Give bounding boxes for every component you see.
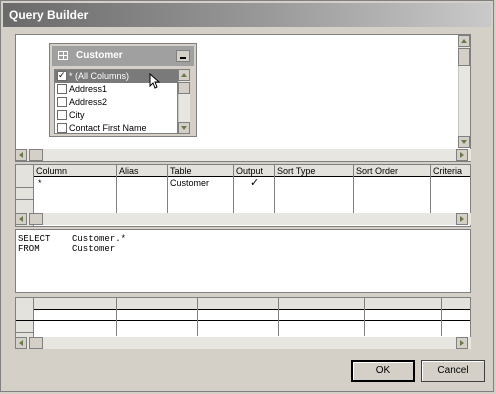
arrow-right-icon <box>460 340 464 346</box>
scroll-thumb[interactable] <box>29 213 43 225</box>
results-row[interactable] <box>16 309 470 321</box>
arrow-up-icon <box>181 73 187 77</box>
customer-table-window[interactable]: Customer * (All Columns) Address1 Addres… <box>49 43 197 137</box>
cancel-button[interactable]: Cancel <box>421 360 485 382</box>
scroll-left-button[interactable] <box>15 213 27 225</box>
arrow-left-icon <box>19 216 23 222</box>
cell-table[interactable]: Customer <box>170 177 209 189</box>
grid-column-divider <box>167 165 168 213</box>
column-checkbox[interactable] <box>57 69 67 82</box>
title-bar: Query Builder <box>3 3 491 27</box>
scroll-thumb[interactable] <box>458 48 470 66</box>
scroll-up-button[interactable] <box>458 35 470 47</box>
row-selector[interactable] <box>16 188 34 200</box>
arrow-right-icon <box>460 216 464 222</box>
scroll-thumb[interactable] <box>29 149 43 161</box>
sql-line-select: SELECT Customer.* <box>18 234 127 244</box>
cell-column[interactable]: * <box>38 177 42 189</box>
header-sort-type[interactable]: Sort Type <box>277 165 315 177</box>
header-output[interactable]: Output <box>236 165 263 177</box>
results-row-selector[interactable] <box>16 321 34 333</box>
header-criteria[interactable]: Criteria <box>433 165 462 177</box>
scroll-down-button[interactable] <box>458 136 470 148</box>
column-item-label: Address2 <box>69 97 108 107</box>
scroll-right-button[interactable] <box>456 149 468 161</box>
column-item-label: * (All Columns) <box>69 71 130 81</box>
header-table[interactable]: Table <box>170 165 192 177</box>
header-sort-order[interactable]: Sort Order <box>356 165 398 177</box>
scroll-left-button[interactable] <box>15 149 27 161</box>
column-item[interactable]: Contact First Name <box>55 122 178 135</box>
results-column-divider <box>197 298 198 336</box>
column-item-label: City <box>69 110 85 120</box>
arrow-down-icon <box>181 126 187 130</box>
table-window-title: Customer <box>76 50 123 61</box>
column-checkbox[interactable] <box>57 97 67 107</box>
header-column[interactable]: Column <box>36 165 67 177</box>
sql-line-from: FROM Customer <box>18 244 116 254</box>
column-item[interactable]: City <box>55 109 178 122</box>
grid-column-divider <box>233 165 234 213</box>
column-item-label: Contact First Name <box>69 123 147 133</box>
grid-column-divider <box>353 165 354 213</box>
header-alias[interactable]: Alias <box>119 165 139 177</box>
diagram-vertical-scrollbar[interactable] <box>458 35 470 148</box>
window-title: Query Builder <box>9 8 89 22</box>
column-list-scrollbar[interactable] <box>178 69 190 134</box>
arrow-down-icon <box>461 140 467 144</box>
mouse-pointer-icon <box>149 73 161 89</box>
column-item-label: Address1 <box>69 84 108 94</box>
results-column-divider <box>278 298 279 336</box>
grid-column-divider <box>116 165 117 213</box>
scroll-right-button[interactable] <box>456 213 468 225</box>
table-icon <box>58 51 68 60</box>
grid-column-divider <box>274 165 275 213</box>
results-column-divider <box>441 298 442 336</box>
cell-output-checkmark[interactable]: ✓ <box>250 177 259 189</box>
grid-column-divider <box>430 165 431 213</box>
results-column-divider <box>116 298 117 336</box>
scroll-right-button[interactable] <box>456 337 468 349</box>
results-horizontal-scrollbar[interactable] <box>15 337 471 349</box>
column-item[interactable]: Address2 <box>55 96 178 109</box>
ok-button[interactable]: OK <box>351 360 415 382</box>
minimize-button[interactable] <box>176 50 190 62</box>
query-builder-dialog: Query Builder Customer * (All Columns) <box>0 0 494 392</box>
scroll-up-button[interactable] <box>178 69 190 81</box>
results-column-divider <box>364 298 365 336</box>
scroll-thumb[interactable] <box>178 82 190 94</box>
diagram-horizontal-scrollbar[interactable] <box>15 149 471 161</box>
scroll-thumb[interactable] <box>29 337 43 349</box>
sql-pane[interactable]: SELECT Customer.* FROM Customer <box>15 229 471 293</box>
column-checkbox[interactable] <box>57 110 67 120</box>
arrow-left-icon <box>19 152 23 158</box>
column-checkbox[interactable] <box>57 123 67 133</box>
grid-horizontal-scrollbar[interactable] <box>15 213 471 225</box>
table-window-title-bar[interactable]: Customer <box>52 46 194 66</box>
arrow-up-icon <box>461 39 467 43</box>
row-selector[interactable] <box>16 176 34 188</box>
arrow-right-icon <box>460 152 464 158</box>
scroll-down-button[interactable] <box>178 122 190 134</box>
arrow-left-icon <box>19 340 23 346</box>
column-checkbox[interactable] <box>57 84 67 94</box>
scroll-left-button[interactable] <box>15 337 27 349</box>
